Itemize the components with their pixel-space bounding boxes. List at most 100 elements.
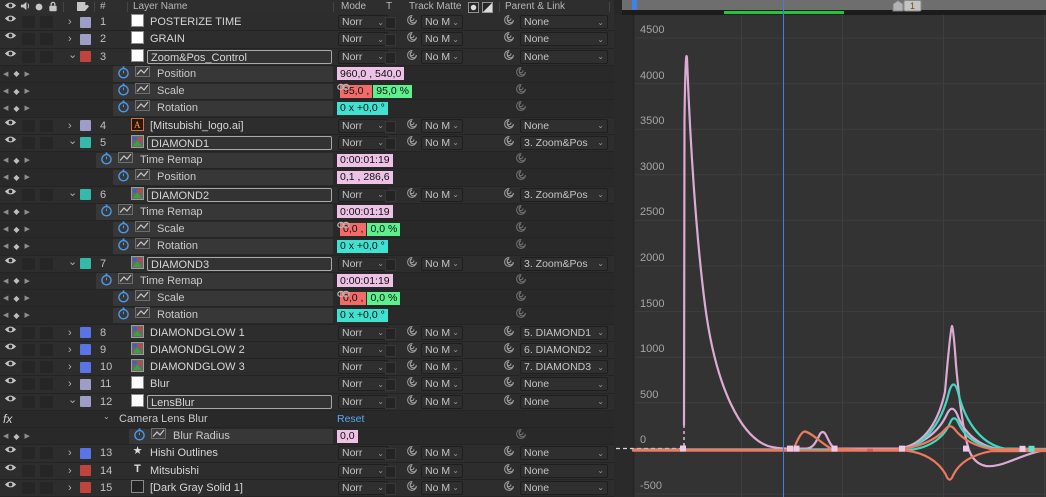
prev-keyframe-icon[interactable]: ◀ xyxy=(3,432,8,440)
audio-toggle-cell[interactable] xyxy=(22,482,35,494)
parent-dropdown[interactable]: None⌄ xyxy=(520,119,608,133)
layer-name[interactable]: [Mitsubishi_logo.ai] xyxy=(150,119,332,133)
preserve-transparency-checkbox[interactable] xyxy=(385,397,396,409)
add-keyframe-diamond-icon[interactable]: ◆ xyxy=(13,276,19,285)
property-name[interactable]: Rotation xyxy=(157,100,198,116)
layer-name[interactable]: DIAMONDGLOW 1 xyxy=(150,326,332,340)
track-matte-dropdown[interactable]: No M⌄ xyxy=(421,119,463,133)
mode-dropdown[interactable]: Norr⌄ xyxy=(338,119,388,133)
property-value[interactable]: 95,0 % xyxy=(373,85,412,98)
next-keyframe-icon[interactable]: ▶ xyxy=(25,225,30,233)
property-value[interactable]: 0,0 % xyxy=(367,223,400,236)
add-keyframe-diamond-icon[interactable]: ◆ xyxy=(13,173,19,182)
keyframe-pink[interactable] xyxy=(899,446,905,452)
layer-label-color-swatch[interactable] xyxy=(80,49,91,65)
layer-expander-chevron-icon[interactable]: › xyxy=(68,463,72,479)
property-name[interactable]: Time Remap xyxy=(140,273,203,289)
layer-name[interactable]: DIAMONDGLOW 3 xyxy=(150,360,332,374)
prev-keyframe-icon[interactable]: ◀ xyxy=(3,156,8,164)
layer-label-color-swatch[interactable] xyxy=(80,256,91,272)
lock-toggle-cell[interactable] xyxy=(40,378,53,390)
layer-name[interactable]: DIAMONDGLOW 2 xyxy=(150,343,332,357)
next-keyframe-icon[interactable]: ▶ xyxy=(25,156,30,164)
lock-toggle-cell[interactable] xyxy=(40,344,53,356)
keyframe-navigator[interactable]: ◀◆▶ xyxy=(3,100,30,116)
layer-label-color-swatch[interactable] xyxy=(80,187,91,203)
layer-expander-chevron-icon[interactable]: › xyxy=(68,342,72,358)
next-keyframe-icon[interactable]: ▶ xyxy=(25,208,30,216)
layer-name[interactable]: LensBlur xyxy=(147,395,332,409)
audio-toggle-cell[interactable] xyxy=(22,361,35,373)
layer-label-color-swatch[interactable] xyxy=(80,376,91,392)
parent-dropdown[interactable]: None⌄ xyxy=(520,32,608,46)
parent-dropdown[interactable]: None⌄ xyxy=(520,50,608,64)
add-keyframe-diamond-icon[interactable]: ◆ xyxy=(13,69,19,78)
layer-name[interactable]: [Dark Gray Solid 1] xyxy=(150,481,332,495)
track-matte-dropdown[interactable]: No M⌄ xyxy=(421,360,463,374)
lock-toggle-cell[interactable] xyxy=(40,137,53,149)
property-value[interactable]: 960,0 , 540,0 xyxy=(337,67,404,80)
lock-toggle-cell[interactable] xyxy=(40,120,53,132)
preserve-transparency-checkbox[interactable] xyxy=(385,121,396,133)
keyframe-navigator[interactable]: ◀◆▶ xyxy=(3,204,30,220)
layer-name[interactable]: Zoom&Pos_Control xyxy=(147,50,332,64)
layer-expander-chevron-icon[interactable]: ⌄ xyxy=(68,392,77,408)
audio-toggle-cell[interactable] xyxy=(22,465,35,477)
property-value[interactable]: 0 x +0,0 ° xyxy=(337,102,388,115)
keyframe-pink[interactable] xyxy=(787,446,793,452)
layer-label-color-swatch[interactable] xyxy=(80,394,91,410)
layer-expander-chevron-icon[interactable]: ⌄ xyxy=(68,254,77,270)
property-name[interactable]: Time Remap xyxy=(140,152,203,168)
next-keyframe-icon[interactable]: ▶ xyxy=(25,70,30,78)
parent-dropdown[interactable]: None⌄ xyxy=(520,464,608,478)
mode-dropdown[interactable]: Norr⌄ xyxy=(338,395,388,409)
add-keyframe-diamond-icon[interactable]: ◆ xyxy=(13,432,19,441)
next-keyframe-icon[interactable]: ▶ xyxy=(25,277,30,285)
parent-dropdown[interactable]: 5. DIAMOND1⌄ xyxy=(520,326,608,340)
parent-dropdown[interactable]: 3. Zoom&Pos⌄ xyxy=(520,257,608,271)
track-matte-dropdown[interactable]: No M⌄ xyxy=(421,395,463,409)
keyframe-navigator[interactable]: ◀◆▶ xyxy=(3,169,30,185)
lock-toggle-cell[interactable] xyxy=(40,16,53,28)
keyframe-pink[interactable] xyxy=(832,446,838,452)
prev-keyframe-icon[interactable]: ◀ xyxy=(3,294,8,302)
layer-expander-chevron-icon[interactable]: ⌄ xyxy=(68,47,77,63)
keyframe-navigator[interactable]: ◀◆▶ xyxy=(3,307,30,323)
property-value[interactable]: 0,0 % xyxy=(367,292,400,305)
audio-toggle-cell[interactable] xyxy=(22,16,35,28)
mode-dropdown[interactable]: Norr⌄ xyxy=(338,136,388,150)
layer-expander-chevron-icon[interactable]: › xyxy=(68,480,72,496)
effect-expander-chevron-icon[interactable]: ⌄ xyxy=(103,409,110,425)
add-keyframe-diamond-icon[interactable]: ◆ xyxy=(13,225,19,234)
layer-expander-chevron-icon[interactable]: › xyxy=(68,376,72,392)
keyframe-navigator[interactable]: ◀◆▶ xyxy=(3,428,30,444)
prev-keyframe-icon[interactable]: ◀ xyxy=(3,311,8,319)
mode-dropdown[interactable]: Norr⌄ xyxy=(338,446,388,460)
track-matte-dropdown[interactable]: No M⌄ xyxy=(421,446,463,460)
track-matte-dropdown[interactable]: No M⌄ xyxy=(421,326,463,340)
parent-dropdown[interactable]: 3. Zoom&Pos⌄ xyxy=(520,188,608,202)
layer-expander-chevron-icon[interactable]: › xyxy=(68,31,72,47)
preserve-transparency-checkbox[interactable] xyxy=(385,483,396,495)
track-matte-dropdown[interactable]: No M⌄ xyxy=(421,481,463,495)
effect-name[interactable]: Camera Lens Blur xyxy=(119,411,208,427)
mode-dropdown[interactable]: Norr⌄ xyxy=(338,481,388,495)
parent-dropdown[interactable]: None⌄ xyxy=(520,481,608,495)
add-keyframe-diamond-icon[interactable]: ◆ xyxy=(13,87,19,96)
prev-keyframe-icon[interactable]: ◀ xyxy=(3,104,8,112)
lock-toggle-cell[interactable] xyxy=(40,51,53,63)
lock-toggle-cell[interactable] xyxy=(40,361,53,373)
layer-expander-chevron-icon[interactable]: › xyxy=(68,325,72,341)
layer-label-color-swatch[interactable] xyxy=(80,325,91,341)
audio-toggle-cell[interactable] xyxy=(22,120,35,132)
keyframe-orange[interactable] xyxy=(867,449,873,452)
layer-name[interactable]: Hishi Outlines xyxy=(150,446,332,460)
lock-toggle-cell[interactable] xyxy=(40,396,53,408)
next-keyframe-icon[interactable]: ▶ xyxy=(25,294,30,302)
layer-expander-chevron-icon[interactable]: › xyxy=(68,118,72,134)
audio-toggle-cell[interactable] xyxy=(22,51,35,63)
property-name[interactable]: Scale xyxy=(157,290,185,306)
prev-keyframe-icon[interactable]: ◀ xyxy=(3,277,8,285)
add-keyframe-diamond-icon[interactable]: ◆ xyxy=(13,207,19,216)
preserve-transparency-checkbox[interactable] xyxy=(385,345,396,357)
